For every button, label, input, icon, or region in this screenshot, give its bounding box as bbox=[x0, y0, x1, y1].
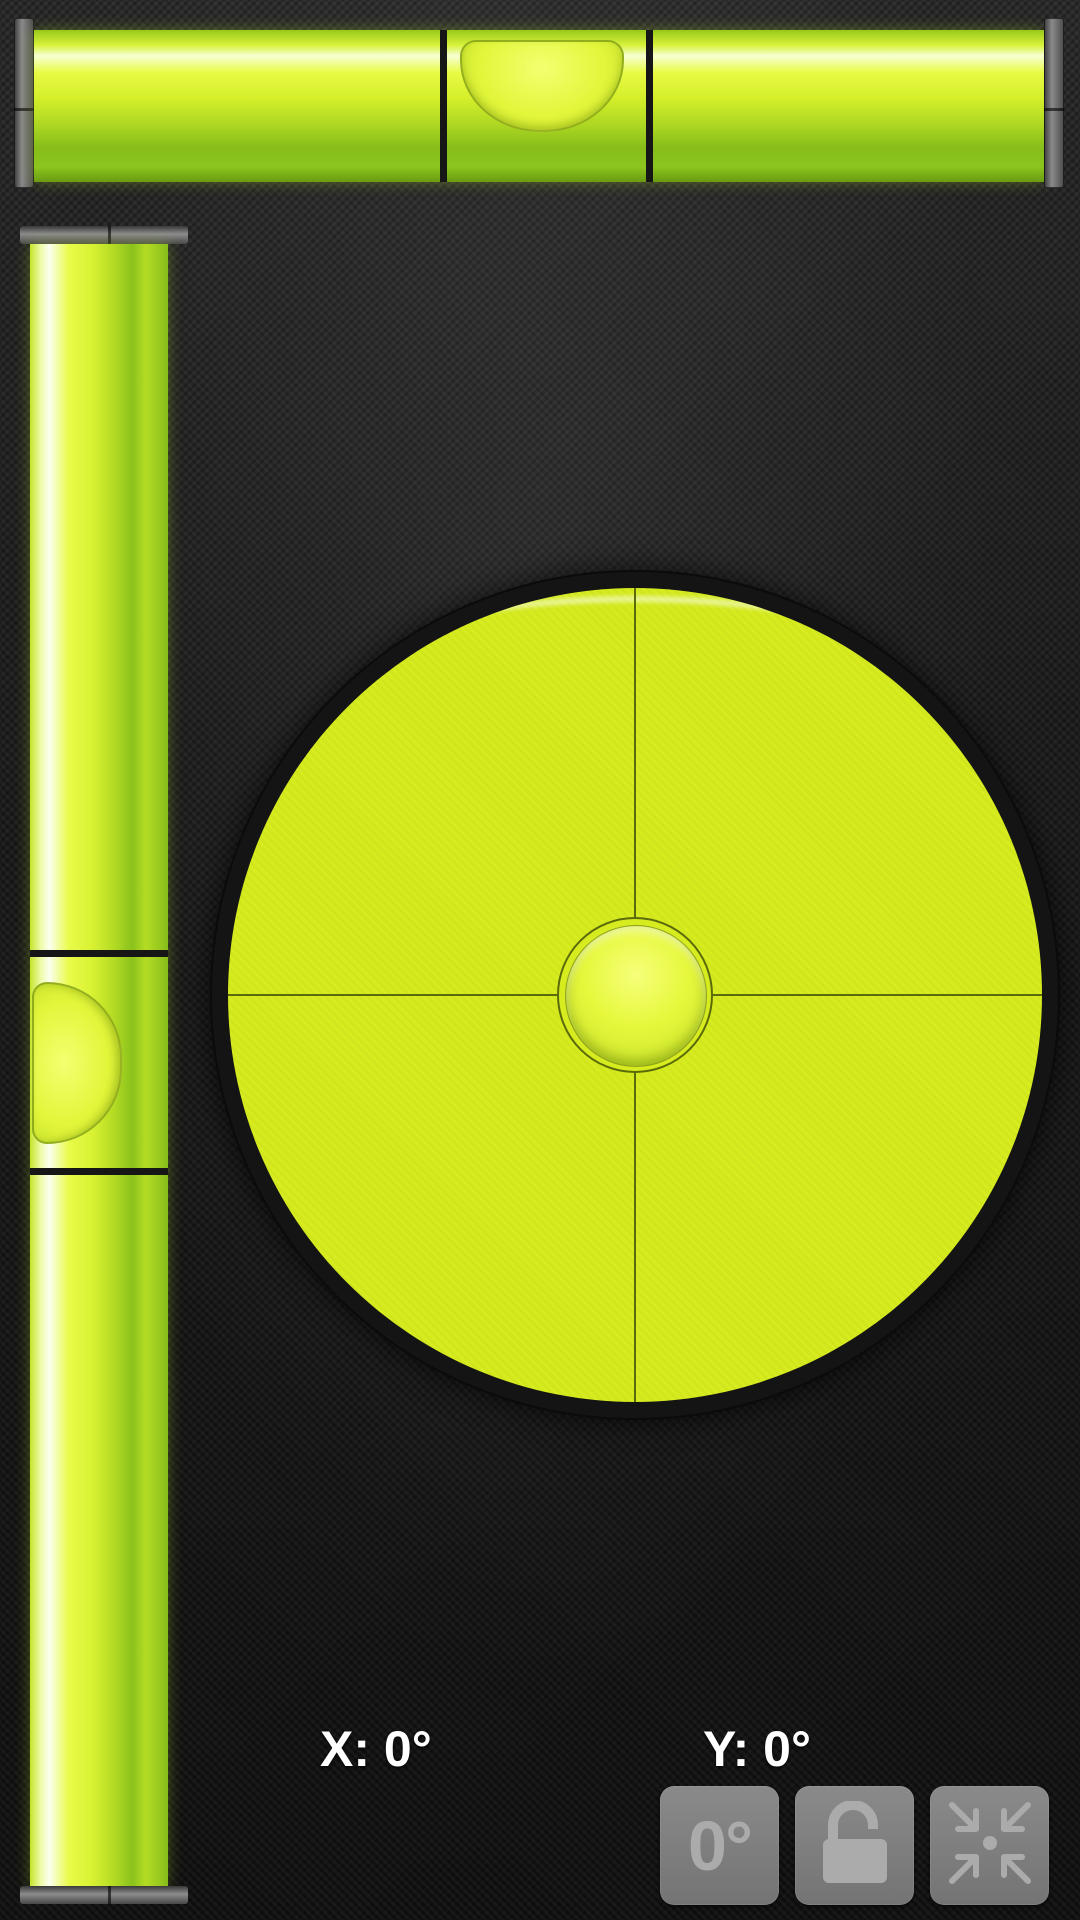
vertical-vial bbox=[30, 244, 168, 1886]
y-angle-readout: Y: 0° bbox=[703, 1721, 811, 1777]
horizontal-vial-right-marker bbox=[646, 30, 653, 182]
horizontal-bubble bbox=[460, 40, 624, 132]
center-button[interactable] bbox=[930, 1786, 1049, 1905]
x-angle-readout: X: 0° bbox=[320, 1721, 432, 1777]
lock-open-icon bbox=[819, 1800, 891, 1890]
bullseye-face bbox=[228, 588, 1042, 1402]
calibrate-zero-label: 0° bbox=[688, 1806, 753, 1885]
vertical-level bbox=[20, 226, 188, 1904]
vertical-vial-top-marker bbox=[30, 950, 168, 957]
vertical-level-top-cap bbox=[20, 226, 188, 244]
bullseye-level bbox=[210, 570, 1060, 1420]
calibrate-zero-button[interactable]: 0° bbox=[660, 1786, 779, 1905]
vertical-level-bottom-cap bbox=[20, 1886, 188, 1904]
vertical-vial-bottom-marker bbox=[30, 1168, 168, 1175]
horizontal-level-left-cap bbox=[14, 18, 34, 188]
horizontal-level-right-cap bbox=[1044, 18, 1064, 188]
lock-button[interactable] bbox=[795, 1786, 914, 1905]
vertical-bubble bbox=[32, 982, 122, 1144]
bullseye-bubble bbox=[565, 925, 707, 1067]
horizontal-level bbox=[14, 18, 1064, 188]
collapse-to-center-icon bbox=[942, 1795, 1038, 1896]
horizontal-vial-left-marker bbox=[440, 30, 447, 182]
horizontal-vial bbox=[34, 30, 1044, 182]
